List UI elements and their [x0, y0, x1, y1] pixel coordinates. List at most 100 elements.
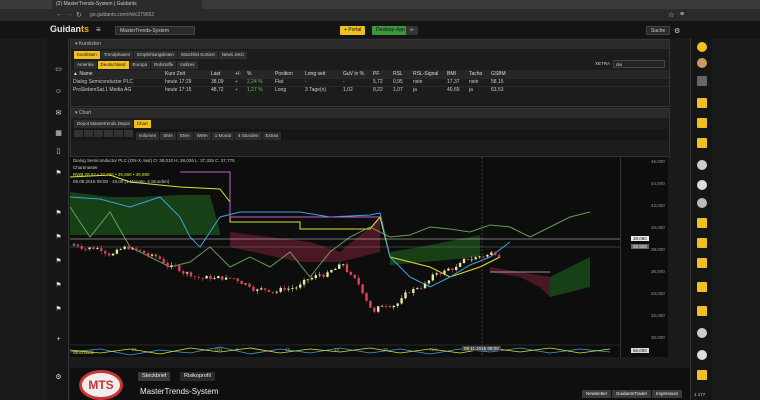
- candle-body: [150, 254, 154, 256]
- tab-risikoprofil[interactable]: Risikoprofil: [180, 372, 215, 381]
- col-header[interactable]: GSBM: [489, 70, 669, 78]
- table-row[interactable]: Dialog Semiconductor PLC heute 17:29 38,…: [71, 77, 669, 86]
- desktop-app-button[interactable]: Desktop-App: [372, 26, 409, 35]
- col-header[interactable]: Position: [273, 70, 303, 78]
- tab-watchlist-sortiert[interactable]: Watchlist Sortiert: [177, 51, 218, 59]
- avatar-5[interactable]: [697, 328, 707, 338]
- back-icon[interactable]: ←: [56, 11, 63, 18]
- range-select[interactable]: 1 Monat: [211, 132, 234, 140]
- reload-icon[interactable]: ↻: [76, 11, 82, 19]
- bookmark-icon-2[interactable]: ⚑: [54, 210, 63, 217]
- avatar-4[interactable]: [697, 198, 707, 208]
- icon-yellow-9[interactable]: [697, 370, 707, 380]
- subtab-deutschland[interactable]: Deutschland: [97, 61, 129, 69]
- forward-icon[interactable]: →: [66, 11, 73, 18]
- col-header[interactable]: GuV in %: [341, 70, 371, 78]
- line-icon[interactable]: [84, 130, 93, 137]
- extras-button[interactable]: Extras: [262, 132, 282, 140]
- candle-body: [462, 258, 466, 263]
- col-header[interactable]: ▲ Name: [71, 70, 163, 78]
- col-header[interactable]: Long seit: [303, 70, 341, 78]
- sma-button[interactable]: SMA: [160, 132, 176, 140]
- icon-yellow-5[interactable]: [697, 238, 707, 248]
- interval-select[interactable]: 4 Stunden: [234, 132, 262, 140]
- guidantstrader-button[interactable]: GuidantsTrader: [612, 390, 652, 398]
- avatar[interactable]: [697, 58, 707, 68]
- candle-body: [377, 306, 380, 312]
- browser-tab[interactable]: (2) MasterTrends-System | Guidants: [52, 0, 202, 9]
- search-button[interactable]: Suche: [646, 26, 671, 35]
- impressum-button[interactable]: Impressum: [652, 390, 683, 398]
- volume-button[interactable]: Volumen: [135, 132, 160, 140]
- cursor-icon[interactable]: [104, 130, 113, 137]
- col-header[interactable]: +/-: [233, 70, 245, 78]
- tab-depot[interactable]: Depot Mastertrends Depot: [74, 120, 133, 128]
- tab-kurslisten[interactable]: Kurslisten: [74, 51, 100, 59]
- icon-yellow-2[interactable]: [697, 118, 707, 128]
- icon-yellow-8[interactable]: [697, 306, 707, 316]
- draw-icon[interactable]: [94, 130, 103, 137]
- bookmark-icon-4[interactable]: ⚑: [54, 258, 63, 265]
- subtab-rohstoffe[interactable]: Rohstoffe: [151, 61, 177, 69]
- price-chart[interactable]: [69, 157, 620, 357]
- col-header[interactable]: %: [245, 70, 273, 78]
- add-icon[interactable]: +: [54, 336, 63, 343]
- subtab-europa[interactable]: Europa: [129, 61, 151, 69]
- candle-body: [299, 284, 302, 288]
- bookmark-icon-6[interactable]: ⚑: [54, 306, 63, 313]
- user-icon[interactable]: ☺: [54, 88, 63, 95]
- icon-yellow-3[interactable]: [697, 138, 707, 148]
- col-header[interactable]: BMI: [445, 70, 467, 78]
- col-header[interactable]: RSL: [391, 70, 411, 78]
- guidants-logo[interactable]: Guidants: [50, 24, 89, 34]
- candle-body: [384, 305, 388, 307]
- ema-button[interactable]: EMA: [176, 132, 193, 140]
- wma-button[interactable]: WMA: [193, 132, 211, 140]
- settings-icon[interactable]: ⚙: [54, 374, 63, 381]
- icon-square[interactable]: [697, 76, 707, 86]
- avatar-6[interactable]: [697, 350, 707, 360]
- subtab-amerika[interactable]: Amerika: [74, 61, 97, 69]
- notification-badge-icon[interactable]: [697, 42, 707, 52]
- tab-chart[interactable]: Chart: [133, 120, 151, 128]
- monitor-icon[interactable]: ▭: [54, 66, 63, 73]
- candle-body: [412, 288, 415, 294]
- subtab-indizes[interactable]: Indizes: [177, 61, 198, 69]
- zoom-icon[interactable]: [114, 130, 123, 137]
- table-row[interactable]: ProSiebenSat.1 Media AG heute 17:15 48,7…: [71, 85, 669, 94]
- glasses-icon[interactable]: ∞: [406, 26, 418, 35]
- chart-area[interactable]: Dialog Semiconductor PLC (ON-X, last) O:…: [69, 157, 620, 357]
- col-header[interactable]: RSL-Signal: [411, 70, 445, 78]
- star-icon[interactable]: ☆: [668, 11, 674, 19]
- col-header[interactable]: PF: [371, 70, 391, 78]
- grid-icon[interactable]: ▦: [54, 130, 63, 137]
- hamburger-icon[interactable]: ≡: [96, 25, 108, 35]
- menu-icon[interactable]: ≡: [680, 11, 684, 18]
- candle-icon[interactable]: [74, 130, 83, 137]
- icon-yellow-4[interactable]: [697, 218, 707, 228]
- chat-icon[interactable]: ✉: [54, 110, 63, 117]
- workspace-select[interactable]: MasterTrends-System: [115, 26, 195, 35]
- icon-yellow-6[interactable]: [697, 258, 707, 268]
- bookmark-icon-5[interactable]: ⚑: [54, 282, 63, 289]
- avatar-2[interactable]: [697, 160, 707, 170]
- col-header[interactable]: Kurs Zeit: [163, 70, 209, 78]
- text-icon[interactable]: [124, 130, 133, 137]
- bookmark-icon-3[interactable]: ⚑: [54, 234, 63, 241]
- gear-icon[interactable]: ⚙: [674, 27, 680, 35]
- newsletter-button[interactable]: Newsletter: [582, 390, 612, 398]
- icon-yellow-7[interactable]: [697, 282, 707, 292]
- add-portal-button[interactable]: + Portal: [340, 26, 366, 35]
- icon-yellow[interactable]: [697, 98, 707, 108]
- avatar-3[interactable]: [697, 180, 707, 190]
- col-header[interactable]: Tacho: [467, 70, 489, 78]
- col-header[interactable]: Last: [209, 70, 233, 78]
- chart-icon[interactable]: ▯: [54, 148, 63, 155]
- url-field[interactable]: go.guidants.com/#d/c279652: [90, 11, 670, 19]
- tab-empfehlungslisten[interactable]: Empfehlungslisten: [134, 51, 177, 59]
- tab-news[interactable]: News Jetzt: [218, 51, 247, 59]
- search-input[interactable]: dia: [613, 60, 665, 68]
- tab-steckbrief[interactable]: Steckbrief: [138, 372, 171, 381]
- tab-trendphasen[interactable]: Trendphasen: [100, 51, 134, 59]
- bookmark-icon[interactable]: ⚑: [54, 170, 63, 177]
